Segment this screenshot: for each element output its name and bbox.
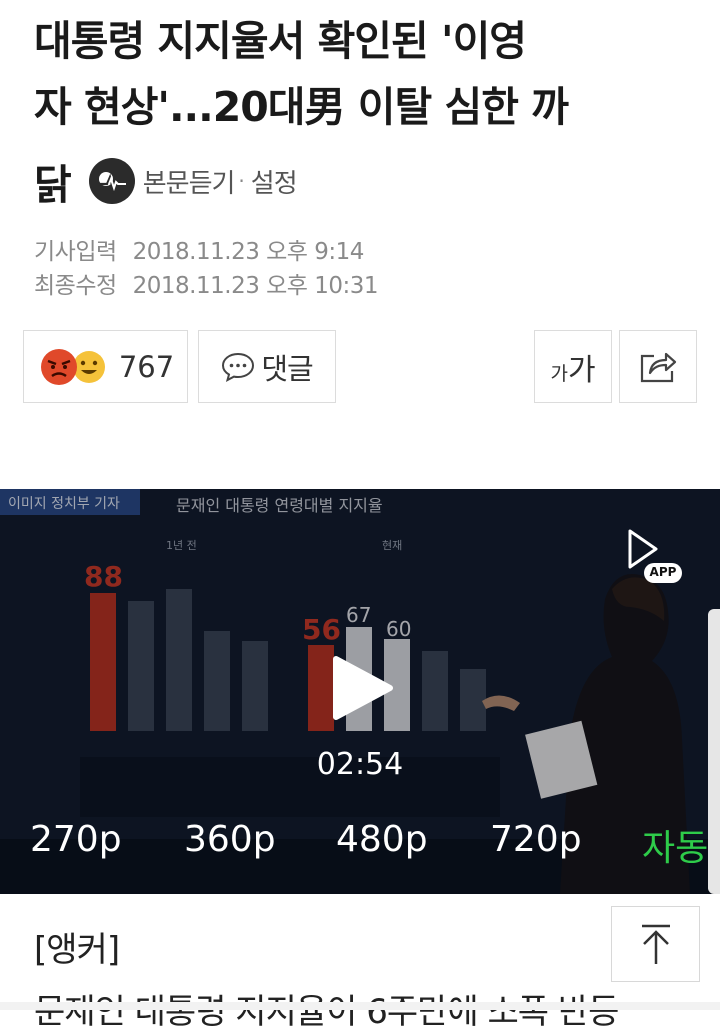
- share-icon: [640, 352, 677, 382]
- share-button[interactable]: [619, 330, 697, 403]
- font-big-glyph: 가: [567, 352, 596, 388]
- listen-icon: [88, 158, 135, 204]
- anchor-label: [앵커]: [34, 930, 120, 970]
- app-badge: APP: [649, 565, 677, 579]
- angry-emoji-icon: [40, 348, 77, 385]
- modified-label: 최종수정: [34, 273, 117, 299]
- article-title-line-3: 닭: [34, 161, 72, 209]
- font-size-button[interactable]: 가가: [534, 330, 612, 403]
- modified-time: 2018.11.23 오후 10:31: [132, 273, 379, 299]
- article-title-line-1: 대통령 지지율서 확인된 '이영: [34, 17, 527, 65]
- posted-time: 2018.11.23 오후 9:14: [132, 239, 365, 265]
- quality-option-270p[interactable]: 270p: [30, 819, 122, 860]
- article-title: 대통령 지지율서 확인된 '이영 자 현상'...20대男 이탈 심한 까: [34, 8, 694, 140]
- quality-option-auto[interactable]: 자동: [642, 819, 708, 871]
- smile-emoji-icon: [72, 350, 105, 383]
- separator-dot: ·: [238, 169, 245, 193]
- article-title-line-2: 자 현상'...20대男 이탈 심한 까: [34, 83, 569, 131]
- posted-label: 기사입력: [34, 239, 117, 265]
- play-icon[interactable]: [328, 655, 394, 721]
- settings-link[interactable]: 설정: [251, 163, 298, 200]
- reaction-button[interactable]: 767: [23, 330, 188, 403]
- modified-time-row: 최종수정 2018.11.23 오후 10:31: [34, 266, 379, 300]
- listen-label: 본문듣기: [142, 168, 236, 199]
- quality-option-720p[interactable]: 720p: [490, 819, 582, 860]
- listen-button[interactable]: 본문듣기: [88, 158, 236, 204]
- comment-button[interactable]: 댓글: [198, 330, 336, 403]
- posted-time-row: 기사입력 2018.11.23 오후 9:14: [34, 232, 364, 266]
- speech-bubble-icon: [222, 352, 255, 382]
- video-duration: 02:54: [316, 747, 404, 782]
- font-small-glyph: 가: [550, 362, 568, 385]
- title-listen-row: 닭 본문듣기 · 설정: [34, 148, 298, 214]
- reaction-count: 767: [118, 349, 175, 384]
- quality-option-480p[interactable]: 480p: [336, 819, 428, 860]
- font-size-label: 가가: [550, 345, 595, 389]
- bottom-divider: [0, 1002, 720, 1010]
- scrollbar[interactable]: [708, 609, 720, 894]
- scroll-top-button[interactable]: [611, 906, 700, 982]
- quality-option-360p[interactable]: 360p: [184, 819, 276, 860]
- arrow-up-icon: [641, 924, 670, 964]
- comment-label: 댓글: [261, 351, 313, 386]
- quality-selector: 270p 360p 480p 720p 자동: [0, 819, 720, 869]
- reaction-emoji-icons: [40, 348, 105, 385]
- app-open-button[interactable]: APP: [616, 525, 684, 587]
- video-player[interactable]: 이미지 정치부 기자 문재인 대통령 연령대별 지지율 1년 전 현재 88 5…: [0, 489, 720, 894]
